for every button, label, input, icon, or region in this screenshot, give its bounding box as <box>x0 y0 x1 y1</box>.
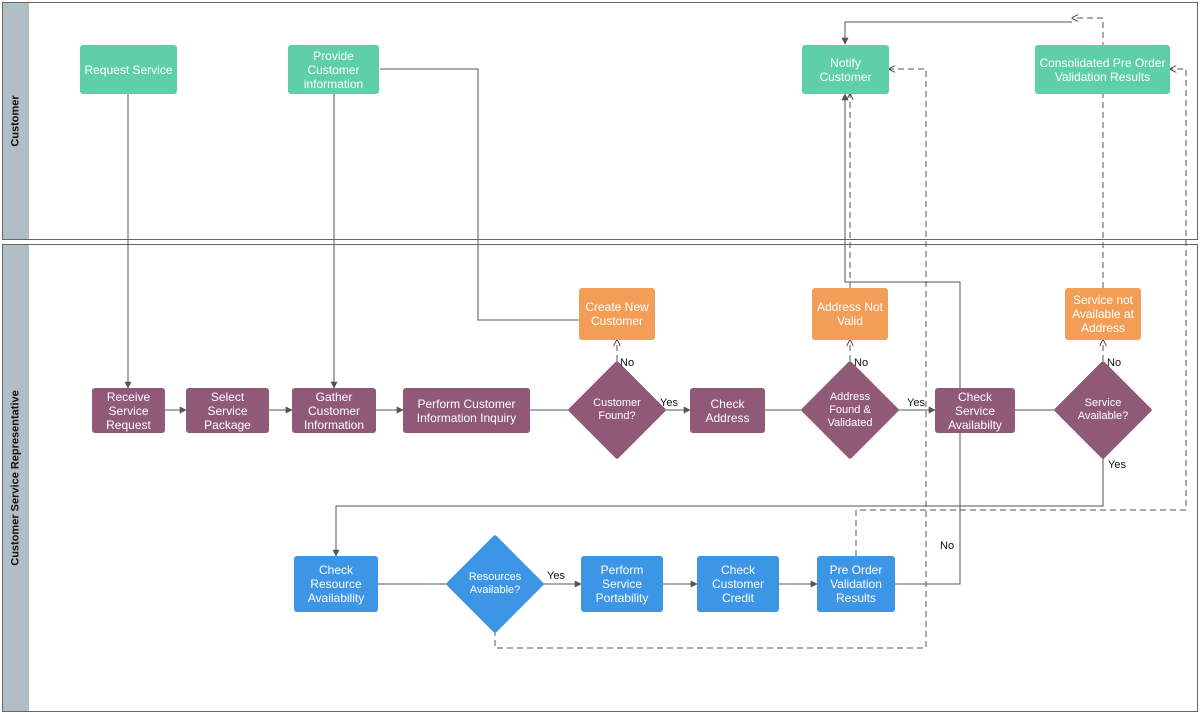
swimlane-customer: Customer <box>2 2 1198 240</box>
label-no: No <box>1107 357 1121 369</box>
decision-service-available: Service Available? <box>1068 375 1138 445</box>
node-check-resource-availability: Check Resource Availability <box>294 556 378 612</box>
node-service-not-available: Service not Available at Address <box>1065 288 1141 340</box>
swimlane-label: Customer Service Representative <box>10 390 22 565</box>
node-receive-service-request: Receive Service Request <box>92 388 165 433</box>
decision-customer-found: Customer Found? <box>582 375 652 445</box>
swimlane-label: Customer <box>10 95 22 146</box>
node-check-address: Check Address <box>690 388 765 433</box>
node-notify-customer: Notify Customer <box>802 45 889 94</box>
label-no: No <box>940 540 954 552</box>
label-no: No <box>620 357 634 369</box>
node-pre-order-results: Pre Order Validation Results <box>817 556 895 612</box>
node-check-customer-credit: Check Customer Credit <box>697 556 779 612</box>
node-create-new-customer: Create New Customer <box>579 288 655 340</box>
node-select-service-package: Select Service Package <box>186 388 269 433</box>
decision-address-validated: Address Found & Validated <box>815 375 885 445</box>
node-perform-service-portability: Perform Service Portability <box>581 556 663 612</box>
swimlane-header-customer: Customer <box>3 3 29 239</box>
node-provide-customer-info: Provide Customer information <box>288 45 379 94</box>
node-consolidated-results: Consolidated Pre Order Validation Result… <box>1035 45 1170 94</box>
label-yes: Yes <box>1108 459 1126 471</box>
node-request-service: Request Service <box>80 45 177 94</box>
decision-resources-available: Resources Available? <box>460 549 530 619</box>
node-perform-customer-inquiry: Perform Customer Information Inquiry <box>403 388 530 433</box>
diagram-canvas: Customer Customer Service Representative <box>0 0 1200 714</box>
label-no: No <box>854 357 868 369</box>
swimlane-header-csr: Customer Service Representative <box>3 245 29 711</box>
label-yes: Yes <box>907 397 925 409</box>
label-yes: Yes <box>547 570 565 582</box>
node-gather-customer-info: Gather Customer Information <box>292 388 376 433</box>
label-yes: Yes <box>660 397 678 409</box>
node-check-service-availability: Check Service Availabilty <box>935 388 1015 433</box>
node-address-not-valid: Address Not Valid <box>812 288 888 340</box>
